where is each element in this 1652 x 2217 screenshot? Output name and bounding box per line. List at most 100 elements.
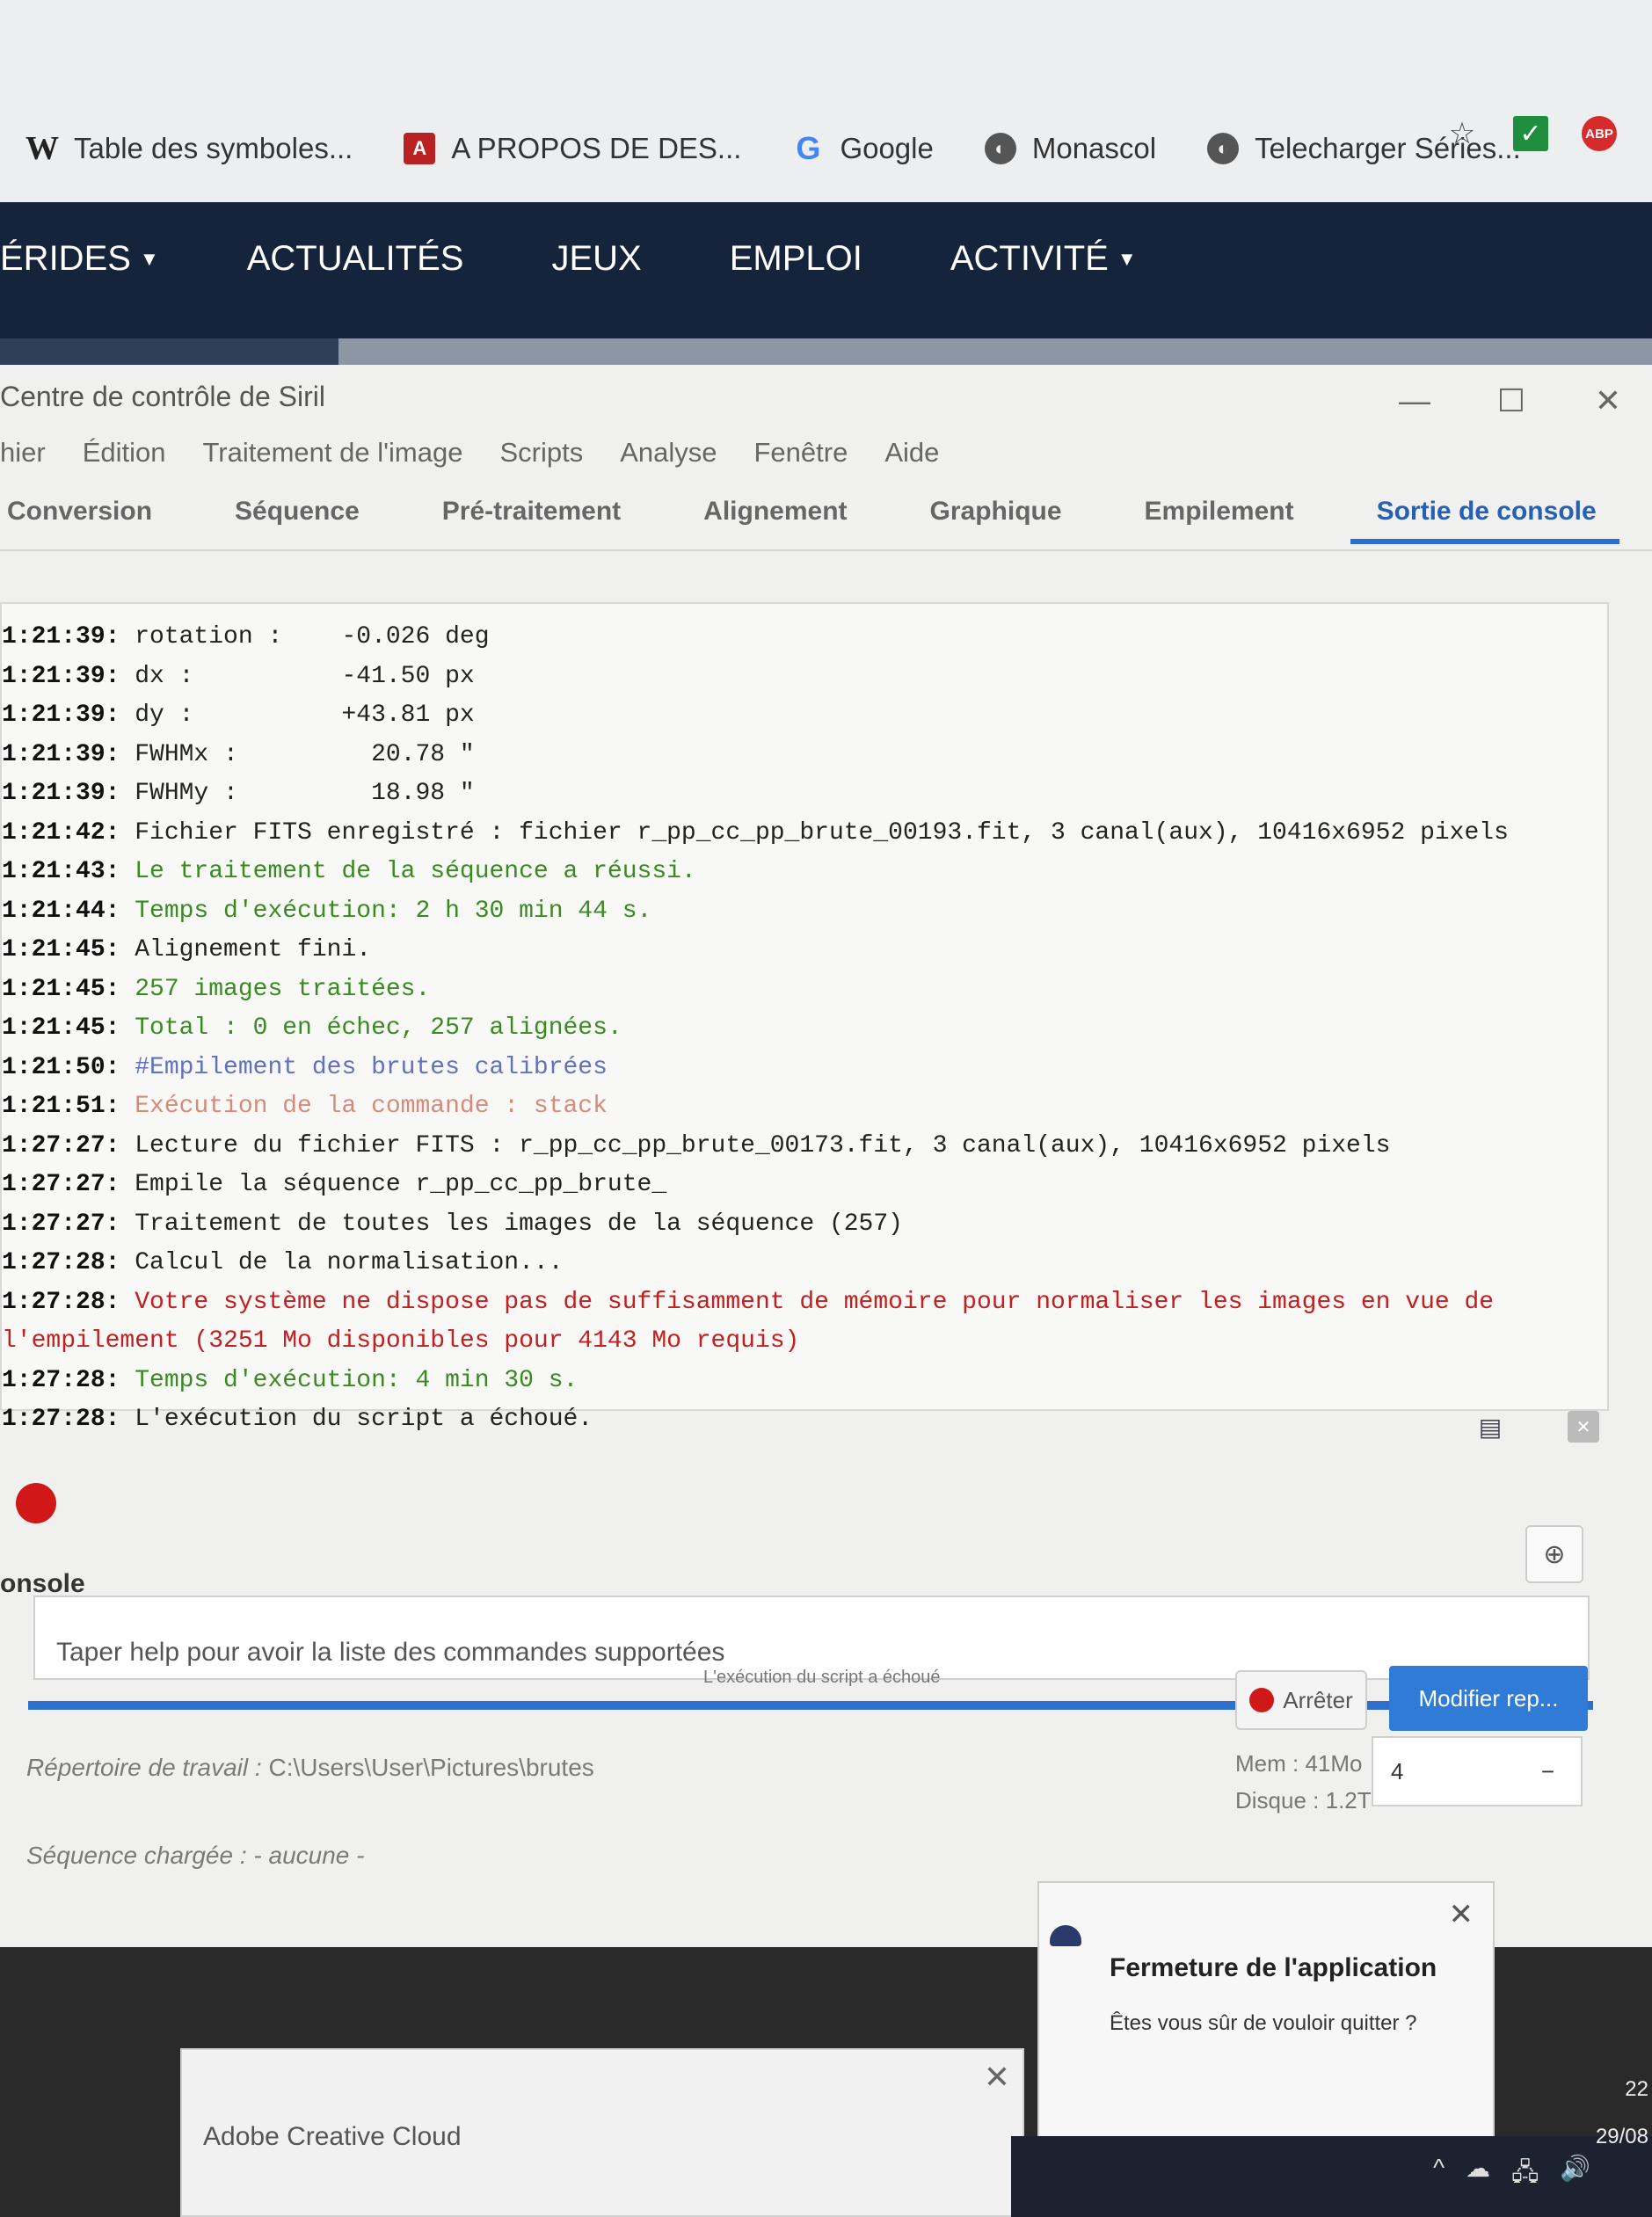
volume-icon[interactable]: 🔊 bbox=[1560, 2154, 1590, 2196]
console-output-tools: ▤ ✕ bbox=[1474, 1411, 1599, 1443]
caret-down-icon: ▼ bbox=[139, 247, 159, 270]
dialog-message: Êtes vous sûr de vouloir quitter ? bbox=[1110, 2011, 1417, 2035]
clear-log-icon[interactable]: ✕ bbox=[1568, 1411, 1599, 1443]
log-message: Temps d'exécution: 2 h 30 min 44 s. bbox=[120, 897, 652, 925]
show-hidden-icons-chevron-icon[interactable]: ^ bbox=[1433, 2154, 1445, 2196]
wikipedia-icon: W bbox=[25, 130, 59, 167]
log-message: Votre système ne dispose pas de suffisam… bbox=[120, 1288, 1495, 1316]
log-timestamp: 1:27:28: bbox=[2, 1288, 120, 1316]
close-icon[interactable]: ✕ bbox=[984, 2059, 1010, 2096]
log-timestamp: 1:21:39: bbox=[2, 623, 120, 651]
bookmark-table-des-symboles[interactable]: W Table des symboles... bbox=[25, 130, 353, 167]
check-extension-icon[interactable]: ✓ bbox=[1513, 116, 1548, 151]
clock-time: 22 bbox=[1625, 2077, 1648, 2101]
tab-pre-traitement[interactable]: Pré-traitement bbox=[442, 497, 659, 544]
bookmark-label: Table des symboles... bbox=[74, 132, 353, 164]
log-timestamp: 1:27:27: bbox=[2, 1131, 120, 1159]
network-icon[interactable]: 🖧 bbox=[1511, 2154, 1539, 2196]
nav-item-activite[interactable]: ACTIVITÉ ▼ bbox=[950, 239, 1137, 279]
clock-date: 29/08 bbox=[1595, 2125, 1648, 2148]
threads-spinner[interactable]: 4 − bbox=[1372, 1736, 1583, 1806]
nav-label: JEUX bbox=[551, 239, 642, 278]
log-message: Calcul de la normalisation... bbox=[120, 1249, 564, 1276]
log-timestamp: 1:21:50: bbox=[2, 1053, 120, 1081]
log-line: 1:21:43: Le traitement de la séquence a … bbox=[2, 853, 1509, 892]
minimize-icon[interactable]: — bbox=[1397, 382, 1432, 419]
system-tray: ^ ☁ 🖧 🔊 bbox=[1433, 2154, 1590, 2196]
bookmark-monascol[interactable]: ◐ Monascol bbox=[984, 132, 1156, 165]
bookmark-google[interactable]: G Google bbox=[792, 130, 934, 166]
change-directory-button[interactable]: Modifier rep... bbox=[1389, 1666, 1588, 1731]
resource-info: Mem : 41Mo Disque : 1.2T bbox=[1235, 1745, 1372, 1819]
disk-free: Disque : 1.2T bbox=[1235, 1787, 1372, 1814]
bookmark-a-propos[interactable]: A A PROPOS DE DES... bbox=[404, 132, 741, 165]
site-navigation: ÉRIDES ▼ ACTUALITÉS JEUX EMPLOI ACTIVITÉ… bbox=[0, 202, 1652, 352]
menu-fichier[interactable]: hier bbox=[0, 437, 46, 469]
log-timestamp: 1:21:44: bbox=[2, 897, 120, 925]
script-icon-button[interactable]: ⊕ bbox=[1525, 1525, 1583, 1583]
log-message: 257 images traitées. bbox=[120, 975, 431, 1003]
nav-label: EMPLOI bbox=[729, 239, 862, 278]
decrement-icon[interactable]: − bbox=[1541, 1758, 1554, 1785]
tab-graphique[interactable]: Graphique bbox=[930, 497, 1101, 544]
nav-item-emploi[interactable]: EMPLOI bbox=[730, 239, 862, 279]
window-title-bar: Centre de contrôle de Siril — ☐ ✕ bbox=[0, 365, 1652, 426]
nav-item-jeux[interactable]: JEUX bbox=[551, 239, 641, 279]
tab-sortie-de-console[interactable]: Sortie de console bbox=[1350, 497, 1619, 544]
maximize-icon[interactable]: ☐ bbox=[1494, 382, 1529, 419]
threads-value: 4 bbox=[1391, 1757, 1404, 1785]
adblock-plus-icon[interactable]: ABP bbox=[1582, 116, 1617, 151]
log-message: FWHMy : 18.98 " bbox=[120, 780, 475, 807]
tab-conversion[interactable]: Conversion bbox=[7, 497, 191, 544]
log-message: dy : +43.81 px bbox=[120, 701, 475, 729]
notification-title: Adobe Creative Cloud bbox=[203, 2122, 462, 2151]
google-icon: G bbox=[796, 130, 821, 166]
log-timestamp: 1:21:39: bbox=[2, 780, 120, 807]
log-message: Empile la séquence r_pp_cc_pp_brute_ bbox=[120, 1171, 667, 1198]
menu-traitement-image[interactable]: Traitement de l'image bbox=[203, 437, 463, 469]
log-line: 1:21:39: FWHMy : 18.98 " bbox=[2, 774, 1509, 814]
log-line: 1:27:28: Calcul de la normalisation... bbox=[2, 1244, 1509, 1283]
log-timestamp: 1:27:27: bbox=[2, 1210, 120, 1238]
onedrive-cloud-icon[interactable]: ☁ bbox=[1466, 2154, 1490, 2196]
log-message: Traitement de toutes les images de la sé… bbox=[120, 1210, 903, 1238]
log-line: 1:21:44: Temps d'exécution: 2 h 30 min 4… bbox=[2, 892, 1509, 932]
tab-empilement[interactable]: Empilement bbox=[1145, 497, 1333, 544]
log-line: l'empilement (3251 Mo disponibles pour 4… bbox=[2, 1322, 1509, 1362]
working-directory-value: C:\Users\User\Pictures\brutes bbox=[261, 1754, 594, 1781]
nav-item-actualites[interactable]: ACTUALITÉS bbox=[247, 239, 464, 279]
log-line: 1:21:45: 257 images traitées. bbox=[2, 970, 1509, 1010]
menu-scripts[interactable]: Scripts bbox=[499, 437, 583, 469]
menu-aide[interactable]: Aide bbox=[884, 437, 939, 469]
log-timestamp: 1:27:27: bbox=[2, 1171, 120, 1198]
log-message: l'empilement (3251 Mo disponibles pour 4… bbox=[2, 1327, 800, 1355]
window-title: Centre de contrôle de Siril bbox=[0, 381, 325, 412]
menu-edition[interactable]: Édition bbox=[83, 437, 166, 469]
log-timestamp: 1:21:43: bbox=[2, 858, 120, 885]
console-label: onsole bbox=[0, 1569, 85, 1598]
log-timestamp: 1:21:39: bbox=[2, 740, 120, 768]
log-message: dx : -41.50 px bbox=[120, 662, 475, 690]
log-message: Alignement fini. bbox=[120, 936, 372, 963]
nav-item-ephemerides[interactable]: ÉRIDES ▼ bbox=[0, 239, 159, 279]
site-subheader-strip bbox=[0, 338, 1652, 365]
log-timestamp: 1:21:51: bbox=[2, 1093, 120, 1120]
tab-sequence[interactable]: Séquence bbox=[235, 497, 398, 544]
log-line: 1:27:28: L'exécution du script a échoué. bbox=[2, 1400, 1509, 1440]
close-icon[interactable]: ✕ bbox=[1590, 382, 1626, 419]
log-message: #Empilement des brutes calibrées bbox=[120, 1053, 608, 1081]
log-timestamp: 1:21:39: bbox=[2, 662, 120, 690]
save-log-icon[interactable]: ▤ bbox=[1474, 1411, 1506, 1443]
log-line: 1:27:27: Traitement de toutes les images… bbox=[2, 1205, 1509, 1245]
close-icon[interactable]: ✕ bbox=[1449, 1897, 1474, 1932]
taskbar-clock[interactable]: 22 29/08 bbox=[1596, 2066, 1648, 2161]
menu-fenetre[interactable]: Fenêtre bbox=[754, 437, 848, 469]
tab-alignement[interactable]: Alignement bbox=[703, 497, 885, 544]
log-message: Fichier FITS enregistré : fichier r_pp_c… bbox=[120, 818, 1509, 847]
bookmark-star-icon[interactable]: ☆ bbox=[1445, 116, 1480, 151]
bookmark-label: Google bbox=[840, 132, 934, 164]
menu-analyse[interactable]: Analyse bbox=[620, 437, 717, 469]
tab-bar: Conversion Séquence Pré-traitement Align… bbox=[0, 497, 1652, 551]
stop-button[interactable]: Arrêter bbox=[1235, 1670, 1367, 1730]
console-output-panel[interactable]: 1:21:39: rotation : -0.026 deg 1:21:39: d… bbox=[0, 602, 1609, 1433]
